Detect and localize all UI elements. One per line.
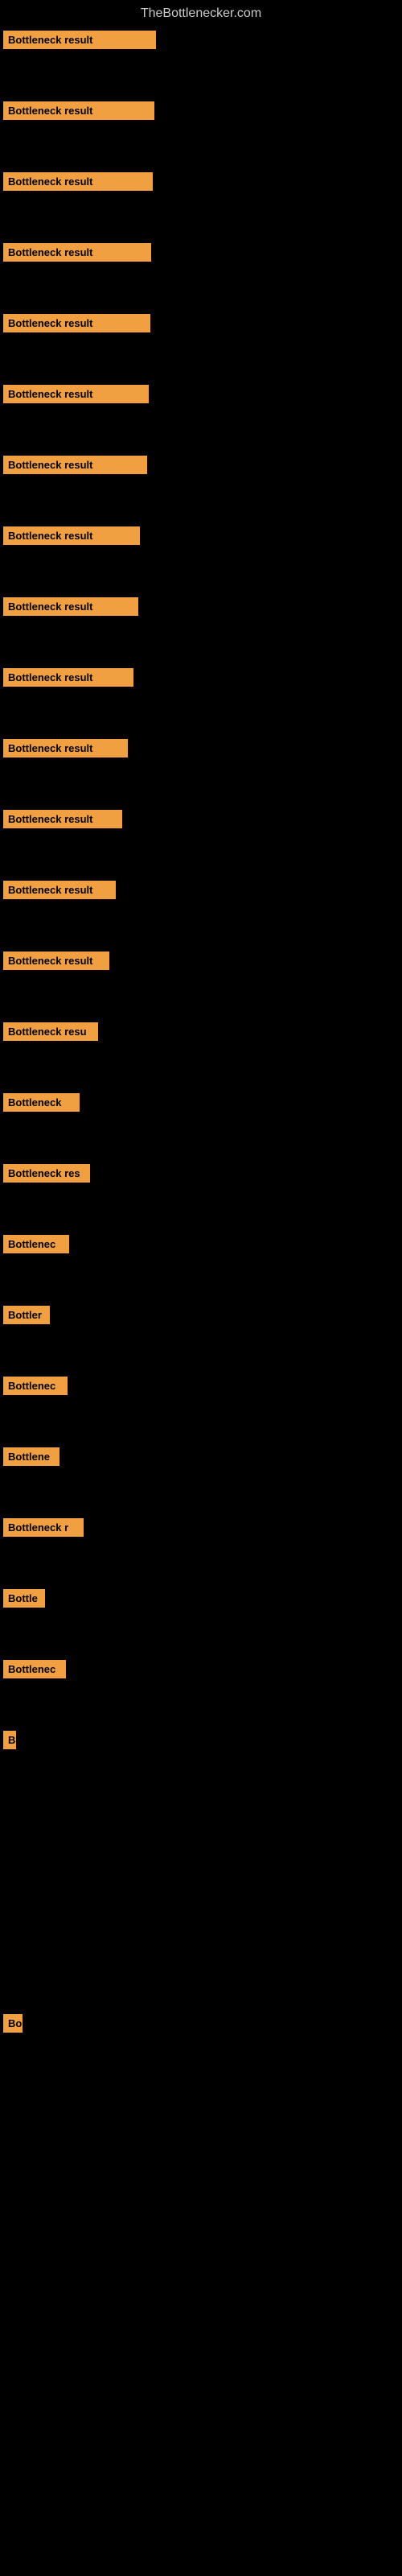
list-item: Bottlenec	[0, 1228, 402, 1299]
list-item: Bottleneck res	[0, 1158, 402, 1228]
list-item: Bottle	[0, 1583, 402, 1653]
bottleneck-bar[interactable]: Bottlenec	[3, 1377, 68, 1395]
bottleneck-bar[interactable]: Bottleneck r	[3, 1518, 84, 1537]
list-item: Bottleneck result	[0, 24, 402, 95]
list-item: Bottlene	[0, 1441, 402, 1512]
list-item: Bottleneck result	[0, 803, 402, 874]
list-item: Bottler	[0, 1299, 402, 1370]
list-item: Bottleneck result	[0, 237, 402, 308]
bottleneck-bar[interactable]: Bottleneck result	[3, 385, 149, 403]
bottleneck-bar[interactable]: Bottleneck result	[3, 668, 133, 687]
list-item: Bottlenec	[0, 1653, 402, 1724]
bottleneck-bar[interactable]: Bottleneck result	[3, 314, 150, 332]
list-item: Bottlenec	[0, 1370, 402, 1441]
list-item	[0, 2149, 402, 2220]
bottleneck-bar[interactable]: B	[3, 1731, 16, 1749]
list-item: Bottleneck result	[0, 874, 402, 945]
bottleneck-bar[interactable]: Bottleneck result	[3, 101, 154, 120]
list-item	[0, 2220, 402, 2291]
bottleneck-bar[interactable]: Bottleneck result	[3, 172, 153, 191]
list-item: Bottleneck result	[0, 308, 402, 378]
bottleneck-bar[interactable]: Bottleneck result	[3, 456, 147, 474]
bottleneck-bar[interactable]: Bottleneck result	[3, 881, 116, 899]
bottleneck-bar[interactable]: Bottleneck res	[3, 1164, 90, 1183]
list-item: Bottleneck result	[0, 945, 402, 1016]
site-title: TheBottlenecker.com	[0, 0, 402, 24]
list-item: Bottleneck result	[0, 520, 402, 591]
list-item	[0, 2291, 402, 2362]
list-item	[0, 1866, 402, 1937]
bottleneck-bar[interactable]: Bottleneck	[3, 1093, 80, 1112]
list-item: Bo	[0, 2008, 402, 2079]
bottleneck-bar[interactable]: Bottleneck result	[3, 243, 151, 262]
bottleneck-bar[interactable]: Bottleneck result	[3, 597, 138, 616]
bottleneck-bar[interactable]: Bottleneck result	[3, 952, 109, 970]
list-item: Bottleneck resu	[0, 1016, 402, 1087]
list-item: Bottleneck result	[0, 662, 402, 733]
list-item	[0, 2079, 402, 2149]
bottleneck-bar[interactable]: Bottleneck resu	[3, 1022, 98, 1041]
list-item: Bottleneck result	[0, 733, 402, 803]
list-item: Bottleneck r	[0, 1512, 402, 1583]
bottleneck-bar[interactable]: Bottlenec	[3, 1660, 66, 1678]
bottleneck-bar[interactable]: Bottle	[3, 1589, 45, 1608]
bottleneck-bar[interactable]: Bottler	[3, 1306, 50, 1324]
list-item: Bottleneck result	[0, 378, 402, 449]
bottleneck-bar[interactable]: Bottleneck result	[3, 739, 128, 758]
list-item	[0, 1937, 402, 2008]
list-item: B	[0, 1724, 402, 1795]
bottleneck-bar[interactable]: Bottleneck result	[3, 810, 122, 828]
bars-container: Bottleneck result Bottleneck result Bottle…	[0, 24, 402, 2362]
bottleneck-bar[interactable]: Bottleneck result	[3, 31, 156, 49]
list-item: Bottleneck result	[0, 449, 402, 520]
bottleneck-bar[interactable]: Bottleneck result	[3, 526, 140, 545]
bottleneck-bar[interactable]: Bottlenec	[3, 1235, 69, 1253]
list-item: Bottleneck result	[0, 166, 402, 237]
list-item: Bottleneck	[0, 1087, 402, 1158]
list-item	[0, 1795, 402, 1866]
bottleneck-bar[interactable]: Bo	[3, 2014, 23, 2033]
bottleneck-bar[interactable]: Bottlene	[3, 1447, 59, 1466]
list-item: Bottleneck result	[0, 95, 402, 166]
list-item: Bottleneck result	[0, 591, 402, 662]
